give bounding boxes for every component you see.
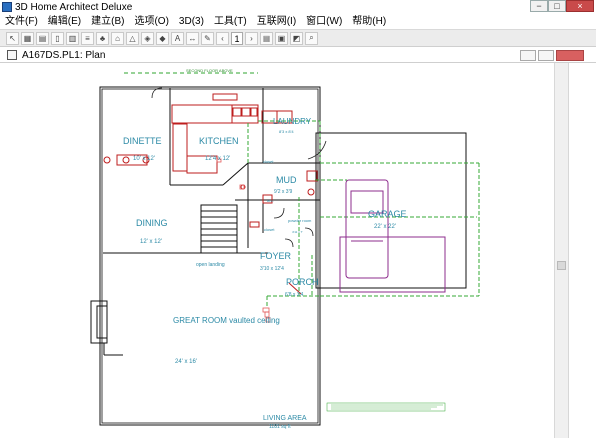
stair-icon[interactable]: ≡ [81, 31, 94, 45]
room-dining-name: DINING [136, 218, 168, 228]
menu-window[interactable]: 窗口(W) [301, 15, 347, 29]
room-dining-size: 12' x 12' [140, 239, 162, 245]
room-porch-size: 6'8 x 3'4 [285, 292, 304, 298]
living-area-value: 1181 sq ft [269, 424, 291, 430]
room-garage-name: GARAGE [368, 209, 407, 219]
page-number[interactable]: 1 [231, 31, 243, 45]
material-icon[interactable]: ◆ [156, 31, 169, 45]
wall-icon[interactable]: ▦ [21, 31, 34, 45]
room-great-room-name: GREAT ROOM vaulted ceiling [173, 316, 280, 325]
zoom-icon[interactable]: ⌕ [305, 31, 318, 45]
vertical-scrollbar[interactable] [554, 63, 568, 438]
menu-edit[interactable]: 编辑(E) [43, 15, 86, 29]
menu-help[interactable]: 帮助(H) [347, 15, 391, 29]
menu-file[interactable]: 文件(F) [0, 15, 43, 29]
doc-minimize-button[interactable] [520, 50, 536, 61]
menu-internet[interactable]: 互联网(I) [252, 15, 301, 29]
scrollbar-thumb[interactable] [557, 261, 566, 270]
plan-canvas[interactable]: SECOND FLOOR ABOVE DINETTE 10' x 12' KIT… [3, 63, 554, 438]
maximize-button[interactable]: □ [548, 0, 566, 12]
app-title: 3D Home Architect Deluxe [15, 1, 133, 13]
second-floor-note: SECOND FLOOR ABOVE [186, 68, 233, 73]
right-sidebar [568, 63, 596, 438]
next-page-icon[interactable]: › [245, 31, 258, 45]
room-laundry-name: LAUNDRY [273, 117, 312, 126]
pencil-icon[interactable]: ✎ [201, 31, 214, 45]
menu-build[interactable]: 建立(B) [86, 15, 129, 29]
doc-maximize-button[interactable] [538, 50, 554, 61]
room-great-room-size: 24' x 16' [175, 359, 197, 365]
room-garage-size: 22' x 22' [374, 224, 396, 230]
wc-label: w.c. [267, 198, 274, 203]
closet-label-2: closet [264, 227, 275, 232]
open-landing-label: open landing [196, 262, 225, 268]
room-mud-size: 9'2 x 3'9 [274, 189, 293, 195]
close-button[interactable]: × [566, 0, 594, 12]
plant-icon[interactable]: ♣ [96, 31, 109, 45]
cabinet-icon[interactable]: ▤ [36, 31, 49, 45]
fixture-icon[interactable]: ◈ [141, 31, 154, 45]
door-icon[interactable]: ▯ [51, 31, 64, 45]
floor-plan-svg: SECOND FLOOR ABOVE DINETTE 10' x 12' KIT… [3, 63, 554, 438]
menu-options[interactable]: 选项(O) [129, 15, 173, 29]
powder-room-label: powder room [288, 218, 312, 223]
menu-3d[interactable]: 3D(3) [174, 15, 209, 29]
text-icon[interactable]: A [171, 31, 184, 45]
room-dinette-name: DINETTE [123, 136, 162, 146]
closet-label-1: closet [263, 159, 274, 164]
toolbar: ↖ ▦ ▤ ▯ ▥ ≡ ♣ ⌂ △ ◈ ◆ A ↔ ✎ ‹ 1 › ▦ ▣ ◩ … [0, 29, 596, 47]
title-bar: 3D Home Architect Deluxe − □ × [0, 0, 596, 14]
app-icon [2, 2, 12, 12]
room-foyer-name: FOYER [260, 251, 292, 261]
menu-tools[interactable]: 工具(T) [209, 15, 252, 29]
room-mud-name: MUD [276, 175, 297, 185]
living-area-label: LIVING AREA [263, 415, 307, 422]
grid-icon[interactable]: ▦ [260, 31, 273, 45]
select-icon[interactable]: ↖ [6, 31, 19, 45]
house-icon[interactable]: ⌂ [111, 31, 124, 45]
doc-close-button[interactable] [556, 50, 584, 61]
document-title-bar: A167DS.PL1: Plan [0, 48, 596, 63]
room-kitchen-size: 12'4 x 12' [205, 156, 230, 162]
menu-bar: 文件(F) 编辑(E) 建立(B) 选项(O) 3D(3) 工具(T) 互联网(… [0, 15, 596, 29]
room-kitchen-name: KITCHEN [199, 136, 239, 146]
document-icon [7, 50, 17, 60]
room-porch-name: PORCH [286, 277, 319, 287]
window-icon[interactable]: ▥ [66, 31, 79, 45]
roof-icon[interactable]: △ [126, 31, 139, 45]
powder-room-size: 4'11 x 7' [292, 230, 303, 234]
room-foyer-size: 3'10 x 12'4 [260, 266, 284, 272]
app-window: 3D Home Architect Deluxe − □ × 文件(F) 编辑(… [0, 0, 596, 438]
room-laundry-size: 8'3 x 8'4 [279, 129, 294, 134]
render-icon[interactable]: ◩ [290, 31, 303, 45]
dimension-icon[interactable]: ↔ [186, 31, 199, 45]
minimize-button[interactable]: − [530, 0, 548, 12]
plan-icon[interactable]: ▣ [275, 31, 288, 45]
room-dinette-size: 10' x 12' [133, 156, 155, 162]
prev-page-icon[interactable]: ‹ [216, 31, 229, 45]
document-window: A167DS.PL1: Plan SECOND FLOOR ABOVE DINE… [0, 48, 596, 438]
document-title: A167DS.PL1: Plan [22, 49, 106, 61]
